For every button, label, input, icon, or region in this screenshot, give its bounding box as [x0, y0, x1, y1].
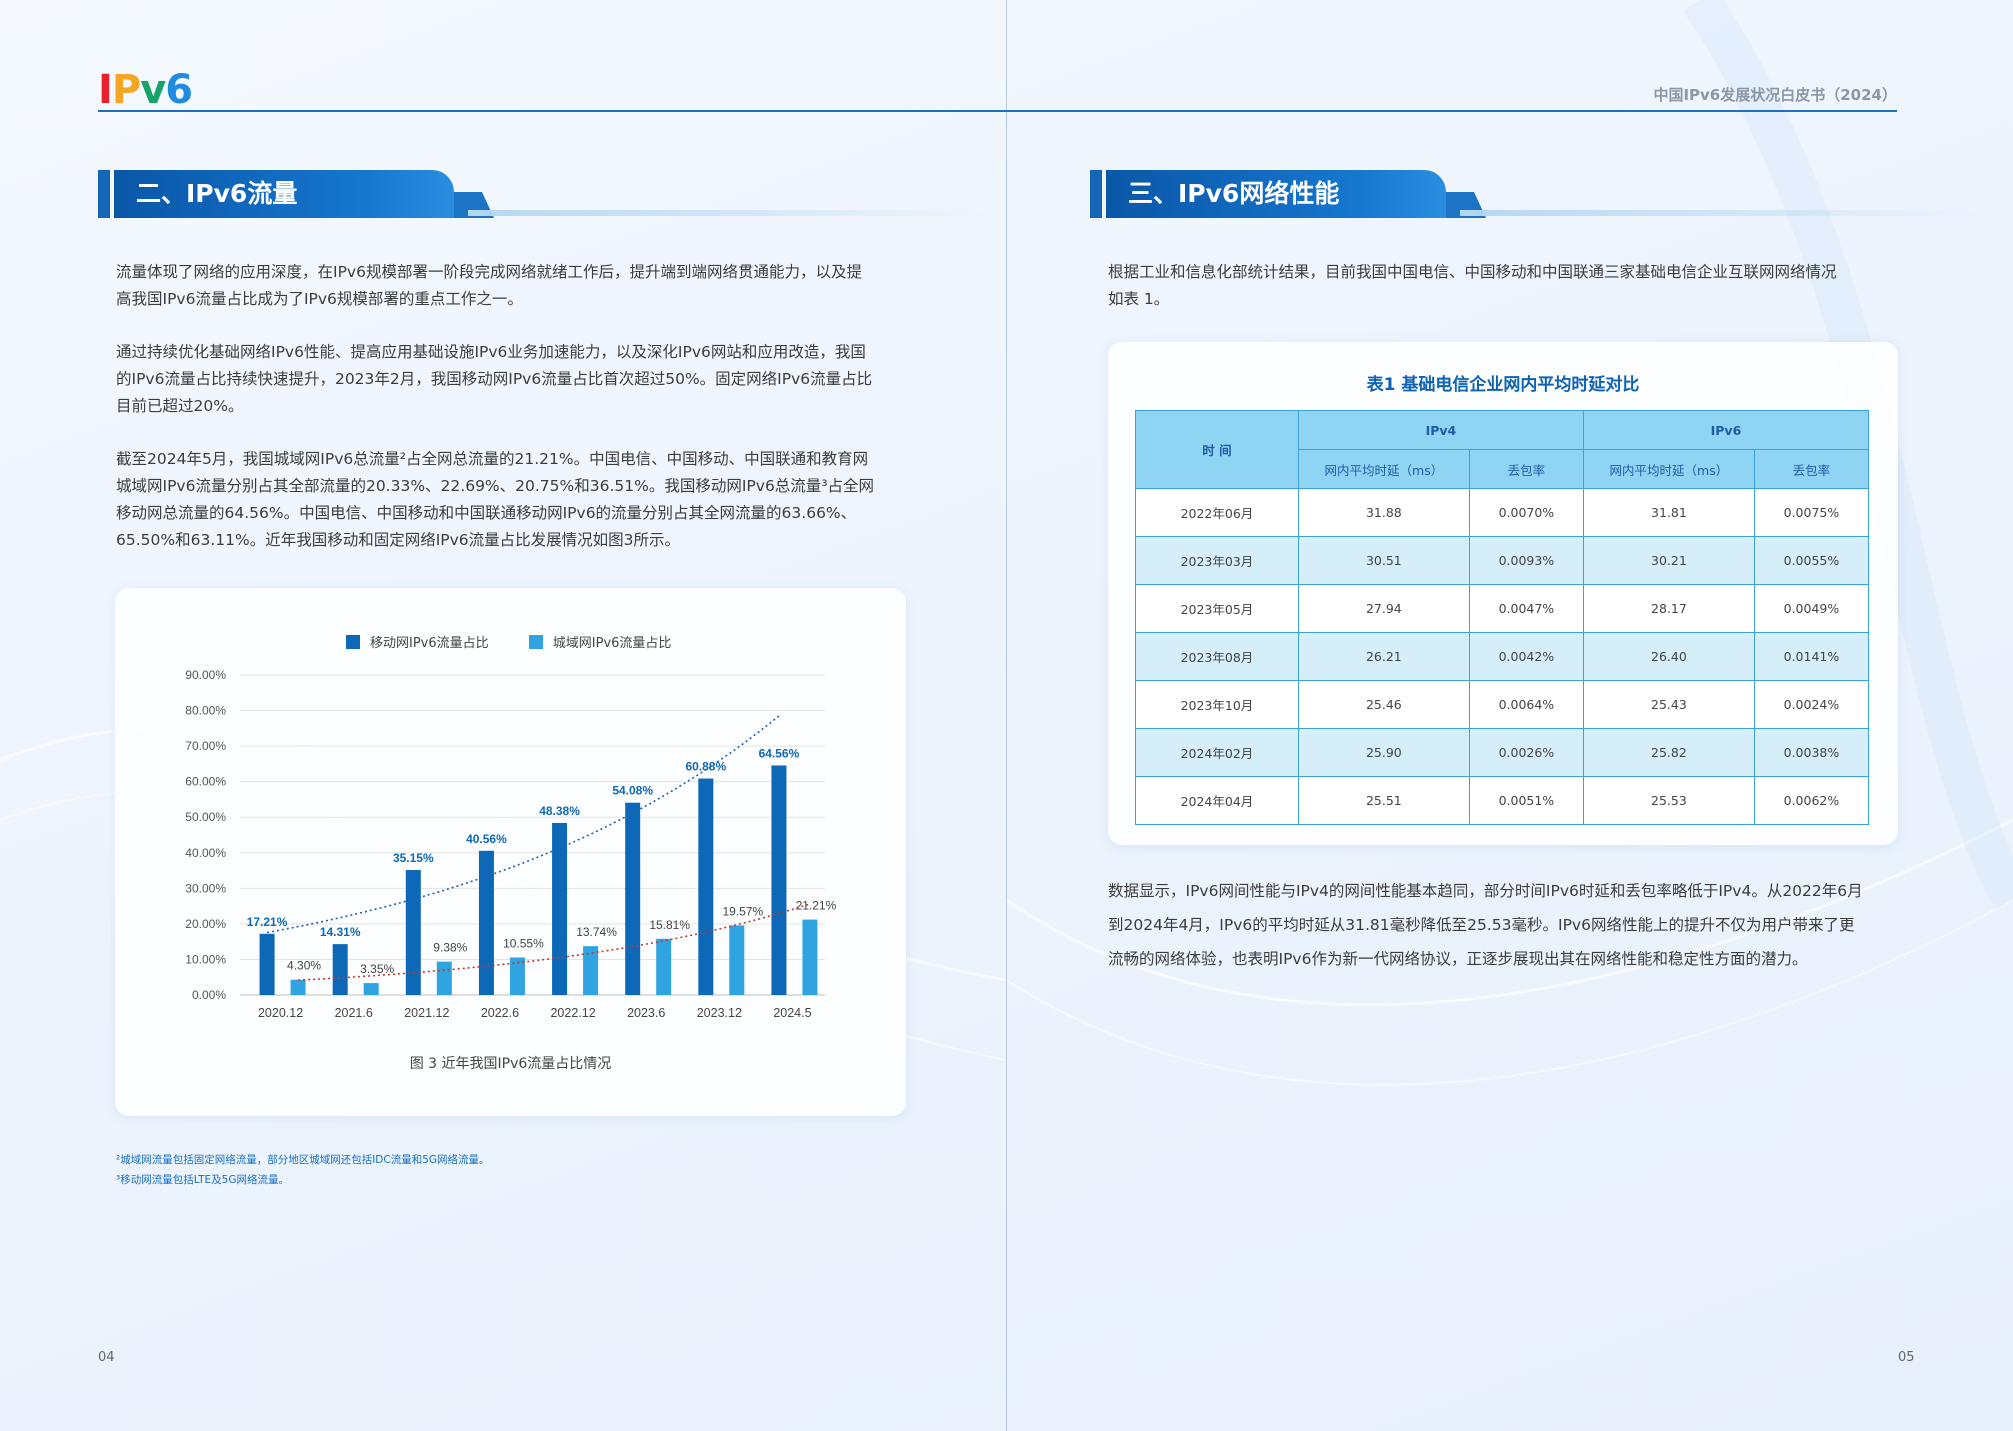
section-title: 二、IPv6流量 [136, 179, 298, 208]
y-tick-label: 70.00% [185, 739, 226, 753]
data-label-metro: 21.21% [796, 899, 837, 913]
y-tick-label: 60.00% [185, 775, 226, 789]
group-ipv4-header: IPv4 [1297, 410, 1584, 450]
data-label-mobile: 64.56% [759, 746, 800, 760]
ipv6-latency-header: 网内平均时延（ms） [1582, 449, 1755, 489]
document-title: 中国IPv6发展状况白皮书（2024） [1653, 86, 1897, 104]
bar-metro [436, 961, 452, 995]
data-label-mobile: 14.31% [320, 925, 361, 939]
ipv6-logo: IPv6 [98, 67, 193, 113]
data-label-metro: 13.74% [576, 925, 617, 939]
table-row: 2023年10月 25.46 0.0064% 25.43 0.0024% [1135, 680, 1870, 729]
y-tick-label: 90.00% [185, 668, 226, 682]
data-label-mobile: 60.88% [685, 760, 726, 774]
ipv6-traffic-chart: 0.00% 10.00% 20.00% 30.00% 40.00% 50.00% 60.00… [185, 668, 837, 1020]
footnote-1: ²城域网流量包括固定网络流量，部分地区城域网还包括IDC流量和5G网络流量。 [116, 1154, 490, 1166]
x-tick-label: 2024.5 [773, 1006, 811, 1020]
bar-mobile [332, 944, 348, 995]
y-tick-label: 0.00% [192, 988, 226, 1002]
col-time-header: 时 间 [1135, 410, 1299, 489]
x-tick-label: 2022.6 [481, 1006, 519, 1020]
y-tick-label: 10.00% [185, 952, 226, 966]
intro-paragraph: 根据工业和信息化部统计结果，目前我国中国电信、中国移动和中国联通三家基础电信企业… [1108, 263, 1837, 308]
table-row: 2023年03月 30.51 0.0093% 30.21 0.0055% [1135, 536, 1870, 585]
paragraph-2: 通过持续优化基础网络IPv6性能、提高应用基础设施IPv6业务加速能力，以及深化… [116, 343, 873, 415]
y-tick-label: 80.00% [185, 704, 226, 718]
legend-item-metro: 城域网IPv6流量占比 [528, 632, 671, 651]
header-rule [98, 110, 1897, 112]
y-tick-label: 20.00% [185, 917, 226, 931]
x-tick-label: 2022.12 [550, 1006, 595, 1020]
table-row: 2023年08月 26.21 0.0042% 26.40 0.0141% [1135, 632, 1870, 681]
data-label-mobile: 40.56% [466, 832, 507, 846]
table-row: 2022年06月 31.88 0.0070% 31.81 0.0075% [1135, 488, 1870, 537]
bar-mobile [625, 802, 641, 995]
x-tick-label: 2020.12 [258, 1006, 303, 1020]
conclusion-paragraph: 数据显示，IPv6网间性能与IPv4的网间性能基本趋同，部分时间IPv6时延和丢… [1108, 882, 1863, 968]
bar-mobile [478, 850, 494, 995]
x-tick-label: 2023.6 [627, 1006, 665, 1020]
bar-metro [729, 925, 745, 995]
bar-metro [656, 938, 672, 995]
data-label-mobile: 48.38% [539, 804, 580, 818]
x-tick-label: 2023.12 [697, 1006, 742, 1020]
bar-mobile [698, 778, 714, 995]
ipv6-loss-header: 丢包率 [1753, 449, 1870, 489]
table-row: 2023年05月 27.94 0.0047% 28.17 0.0049% [1135, 584, 1870, 633]
legend-item-mobile: 移动网IPv6流量占比 [346, 632, 489, 651]
data-label-mobile: 54.08% [612, 784, 653, 798]
y-tick-label: 50.00% [185, 810, 226, 824]
page-number-right: 05 [1898, 1350, 1915, 1365]
ipv4-loss-header: 丢包率 [1468, 449, 1584, 489]
x-tick-label: 2021.12 [404, 1006, 449, 1020]
chart-legend: 移动网IPv6流量占比 城域网IPv6流量占比 [346, 632, 707, 651]
latency-table: 时 间 IPv4 IPv6 网内平均时延（ms） 丢包率 网内平均时延（ms） … [1135, 410, 1870, 825]
ipv4-latency-header: 网内平均时延（ms） [1297, 449, 1470, 489]
group-ipv6-header: IPv6 [1582, 410, 1870, 450]
data-label-metro: 15.81% [649, 918, 690, 932]
bar-metro [290, 979, 306, 995]
data-label-metro: 4.30% [287, 959, 321, 973]
bar-mobile [259, 933, 275, 995]
bar-mobile [552, 822, 568, 995]
bar-mobile [771, 765, 787, 995]
table-row: 2024年02月 25.90 0.0026% 25.82 0.0038% [1135, 728, 1870, 777]
table-title: 表1 基础电信企业网内平均时延对比 [1366, 375, 1640, 395]
footnote-2: ³移动网流量包括LTE及5G网络流量。 [116, 1174, 289, 1186]
section-title: 三、IPv6网络性能 [1128, 179, 1340, 208]
bar-metro [583, 946, 599, 995]
data-label-metro: 9.38% [433, 941, 467, 955]
section-header-left: 二、IPv6流量 [98, 170, 1008, 218]
bar-metro [802, 919, 818, 995]
x-tick-label: 2021.6 [335, 1006, 373, 1020]
paragraph-3: 截至2024年5月，我国城域网IPv6总流量²占全网总流量的21.21%。中国电… [116, 450, 875, 549]
data-label-metro: 19.57% [722, 904, 763, 918]
data-label-metro: 10.55% [503, 936, 544, 950]
page-number-left: 04 [98, 1350, 115, 1365]
section-header-right: 三、IPv6网络性能 [1090, 170, 2000, 218]
data-label-mobile: 35.15% [393, 851, 434, 865]
bar-mobile [405, 870, 421, 995]
table-row: 2024年04月 25.51 0.0051% 25.53 0.0062% [1135, 776, 1870, 825]
bar-metro [363, 983, 379, 995]
y-tick-label: 30.00% [185, 881, 226, 895]
data-label-mobile: 17.21% [247, 915, 288, 929]
figure-caption: 图 3 近年我国IPv6流量占比情况 [409, 1056, 612, 1072]
paragraph-1: 流量体现了网络的应用深度，在IPv6规模部署一阶段完成网络就绪工作后，提升端到端… [116, 263, 862, 308]
y-tick-label: 40.00% [185, 846, 226, 860]
